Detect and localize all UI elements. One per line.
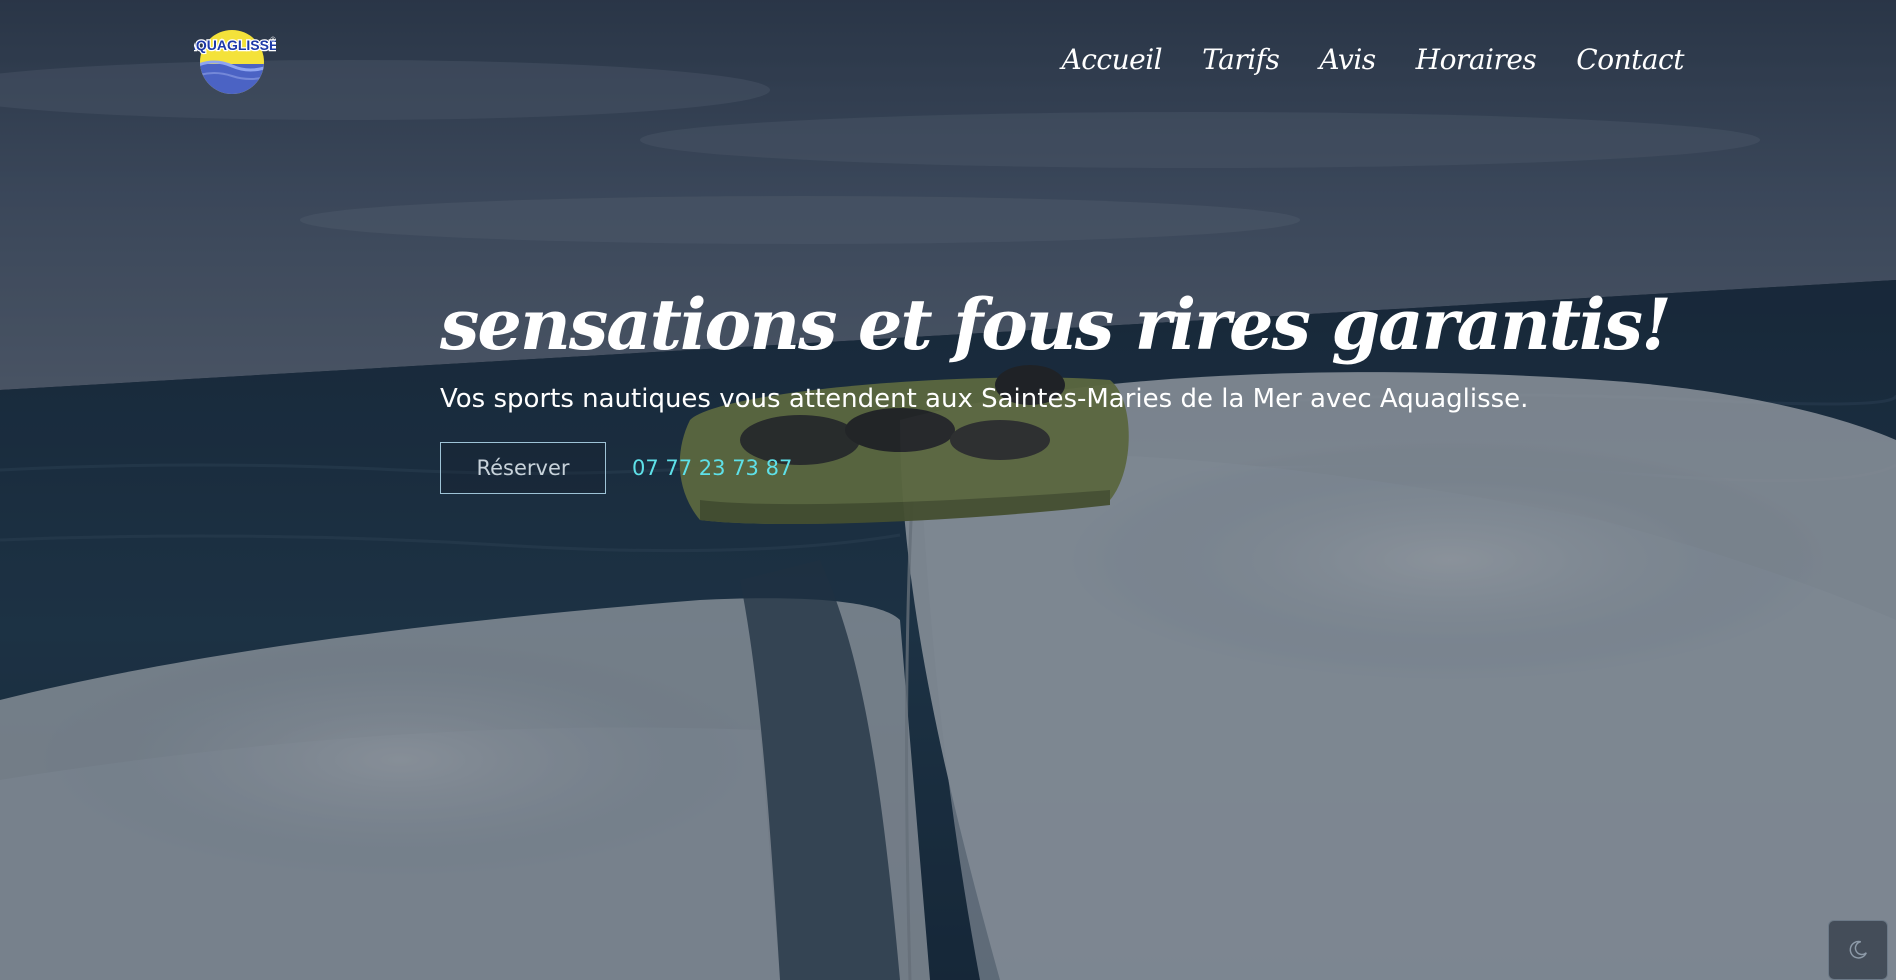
reserve-button[interactable]: Réserver [440, 442, 606, 494]
nav-item-avis[interactable]: Avis [1319, 40, 1376, 80]
svg-text:®: ® [270, 36, 276, 44]
phone-link[interactable]: 07 77 23 73 87 [632, 456, 792, 480]
hero-content: sensations et fous rires garantis! Vos s… [440, 280, 1672, 494]
hero-section: AQUAGLISSE ® Accueil Tarifs Avis Horaire… [0, 0, 1896, 980]
site-header: AQUAGLISSE ® Accueil Tarifs Avis Horaire… [0, 0, 1896, 120]
logo-wordmark: AQUAGLISSE [194, 37, 276, 53]
aquaglisse-logo[interactable]: AQUAGLISSE ® [194, 24, 276, 94]
logo-icon: AQUAGLISSE ® [194, 30, 276, 94]
hero-subtitle: Vos sports nautiques vous attendent aux … [440, 384, 1529, 414]
nav-item-tarifs[interactable]: Tarifs [1202, 40, 1280, 80]
nav-item-accueil[interactable]: Accueil [1062, 40, 1163, 80]
hero-title: sensations et fous rires garantis! [440, 283, 1672, 366]
nav-item-contact[interactable]: Contact [1576, 40, 1684, 80]
nav-item-horaires[interactable]: Horaires [1416, 40, 1537, 80]
dark-mode-toggle[interactable] [1828, 920, 1888, 980]
hero-actions: Réserver 07 77 23 73 87 [440, 442, 1540, 494]
main-nav: Accueil Tarifs Avis Horaires Contact [1062, 40, 1685, 80]
moon-icon [1849, 940, 1867, 959]
